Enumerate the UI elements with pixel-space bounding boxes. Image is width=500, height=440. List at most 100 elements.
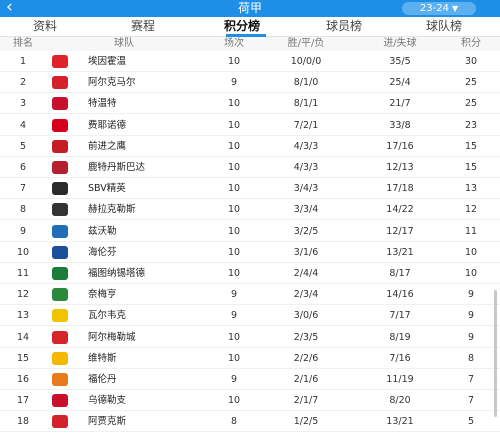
points-cell: 10 (464, 246, 478, 258)
played-cell: 10 (227, 162, 241, 173)
season-selector[interactable]: 23-24 ▼ (402, 2, 476, 15)
wdl-cell: 1/2/5 (293, 416, 319, 428)
rank-cell: 9 (19, 225, 27, 237)
played-cell: 9 (230, 310, 238, 322)
played-cell: 9 (230, 374, 238, 385)
goals-cell: 7/17 (389, 310, 411, 322)
col-wdl: 胜/平/负 (287, 38, 325, 49)
tab-player-rankings[interactable]: 球员榜 (326, 19, 362, 34)
team-name: 阿尔克马尔 (88, 77, 136, 89)
points-cell: 15 (464, 162, 478, 173)
table-row[interactable]: 13 瓦尔韦克 9 3/0/6 7/17 9 (0, 305, 500, 327)
rank-cell: 12 (16, 289, 30, 301)
rank-cell: 5 (19, 140, 27, 152)
team-logo-icon (52, 309, 68, 323)
table-row[interactable]: 2 阿尔克马尔 9 8/1/0 25/4 25 (0, 72, 500, 94)
played-cell: 10 (227, 352, 241, 364)
played-cell: 10 (227, 225, 241, 237)
tab-team-rankings[interactable]: 球队榜 (426, 19, 462, 34)
wdl-cell: 3/1/6 (293, 246, 319, 258)
tab-schedule[interactable]: 赛程 (131, 19, 155, 34)
col-points: 积分 (461, 38, 481, 49)
table-row[interactable]: 4 费耶诺德 10 7/2/1 33/8 23 (0, 115, 500, 136)
points-cell: 12 (464, 204, 478, 216)
table-row[interactable]: 7 SBV精英 10 3/4/3 17/18 13 (0, 178, 500, 200)
goals-cell: 7/16 (389, 352, 411, 364)
rank-cell: 1 (19, 56, 27, 67)
table-row[interactable]: 12 奈梅亨 9 2/3/4 14/16 9 (0, 284, 500, 306)
played-cell: 8 (230, 416, 238, 428)
team-logo-icon (52, 415, 68, 429)
played-cell: 10 (227, 98, 241, 110)
goals-cell: 14/22 (386, 204, 414, 216)
rank-cell: 11 (16, 268, 30, 279)
team-name: SBV精英 (88, 183, 126, 195)
rank-cell: 8 (19, 204, 27, 216)
played-cell: 10 (227, 395, 241, 407)
table-row[interactable]: 3 特温特 10 8/1/1 21/7 25 (0, 93, 500, 115)
rank-cell: 4 (19, 119, 27, 131)
team-name: 阿贾克斯 (88, 416, 127, 428)
table-row[interactable]: 1 埃因霍温 10 10/0/0 35/5 30 (0, 51, 500, 72)
goals-cell: 8/19 (389, 331, 411, 343)
points-cell: 11 (464, 225, 478, 237)
wdl-cell: 3/3/4 (293, 204, 319, 216)
goals-cell: 21/7 (389, 98, 411, 110)
team-logo-icon (52, 182, 68, 196)
table-row[interactable]: 11 福图纳锡塔德 10 2/4/4 8/17 10 (0, 263, 500, 284)
points-cell: 10 (464, 268, 478, 279)
played-cell: 10 (227, 56, 241, 67)
goals-cell: 8/17 (389, 268, 411, 279)
wdl-cell: 7/2/1 (293, 119, 319, 131)
team-name: 赫拉克勒斯 (88, 204, 136, 216)
played-cell: 10 (227, 204, 241, 216)
rank-cell: 18 (16, 416, 30, 428)
rank-cell: 17 (16, 395, 30, 407)
team-logo-icon (52, 139, 68, 153)
team-name: 瓦尔韦克 (88, 310, 127, 322)
wdl-cell: 8/1/1 (293, 98, 319, 110)
table-row[interactable]: 14 阿尔梅勒城 10 2/3/5 8/19 9 (0, 327, 500, 348)
table-row[interactable]: 9 兹沃勒 10 3/2/5 12/17 11 (0, 221, 500, 242)
table-row[interactable]: 8 赫拉克勒斯 10 3/3/4 14/22 12 (0, 199, 500, 221)
triangle-down-icon: ▼ (451, 4, 459, 13)
points-cell: 30 (464, 56, 478, 67)
team-logo-icon (52, 161, 68, 174)
table-row[interactable]: 18 阿贾克斯 8 1/2/5 13/21 5 (0, 411, 500, 433)
table-row[interactable]: 16 福伦丹 9 2/1/6 11/19 7 (0, 369, 500, 390)
table-row[interactable]: 10 海伦芬 10 3/1/6 13/21 10 (0, 242, 500, 263)
points-cell: 9 (467, 289, 475, 301)
points-cell: 25 (464, 77, 478, 89)
points-cell: 7 (467, 395, 475, 407)
tab-standings[interactable]: 积分榜 (224, 19, 260, 34)
scrollbar[interactable] (494, 290, 497, 417)
wdl-cell: 2/3/4 (293, 289, 319, 301)
team-name: 福图纳锡塔德 (88, 268, 146, 279)
points-cell: 15 (464, 140, 478, 152)
wdl-cell: 3/4/3 (293, 183, 319, 195)
points-cell: 23 (464, 119, 478, 131)
points-cell: 25 (464, 98, 478, 110)
goals-cell: 25/4 (389, 77, 411, 89)
goals-cell: 13/21 (386, 246, 414, 258)
rank-cell: 14 (16, 331, 30, 343)
team-name: 乌德勒支 (88, 395, 127, 407)
team-name: 阿尔梅勒城 (88, 331, 136, 343)
table-row[interactable]: 5 前进之鹰 10 4/3/3 17/16 15 (0, 136, 500, 157)
goals-cell: 17/18 (386, 183, 414, 195)
rank-cell: 7 (19, 183, 27, 195)
goals-cell: 17/16 (386, 140, 414, 152)
rank-cell: 3 (19, 98, 27, 110)
goals-cell: 33/8 (389, 119, 411, 131)
table-row[interactable]: 15 维特斯 10 2/2/6 7/16 8 (0, 348, 500, 369)
wdl-cell: 3/0/6 (293, 310, 319, 322)
tab-info[interactable]: 资料 (33, 19, 57, 34)
team-name: 鹿特丹斯巴达 (88, 162, 146, 173)
points-cell: 5 (467, 416, 475, 428)
team-logo-icon (52, 224, 68, 238)
table-row[interactable]: 17 乌德勒支 10 2/1/7 8/20 7 (0, 390, 500, 412)
played-cell: 9 (230, 77, 238, 89)
table-row[interactable]: 6 鹿特丹斯巴达 10 4/3/3 12/13 15 (0, 157, 500, 178)
goals-cell: 35/5 (389, 56, 411, 67)
wdl-cell: 4/3/3 (293, 140, 319, 152)
